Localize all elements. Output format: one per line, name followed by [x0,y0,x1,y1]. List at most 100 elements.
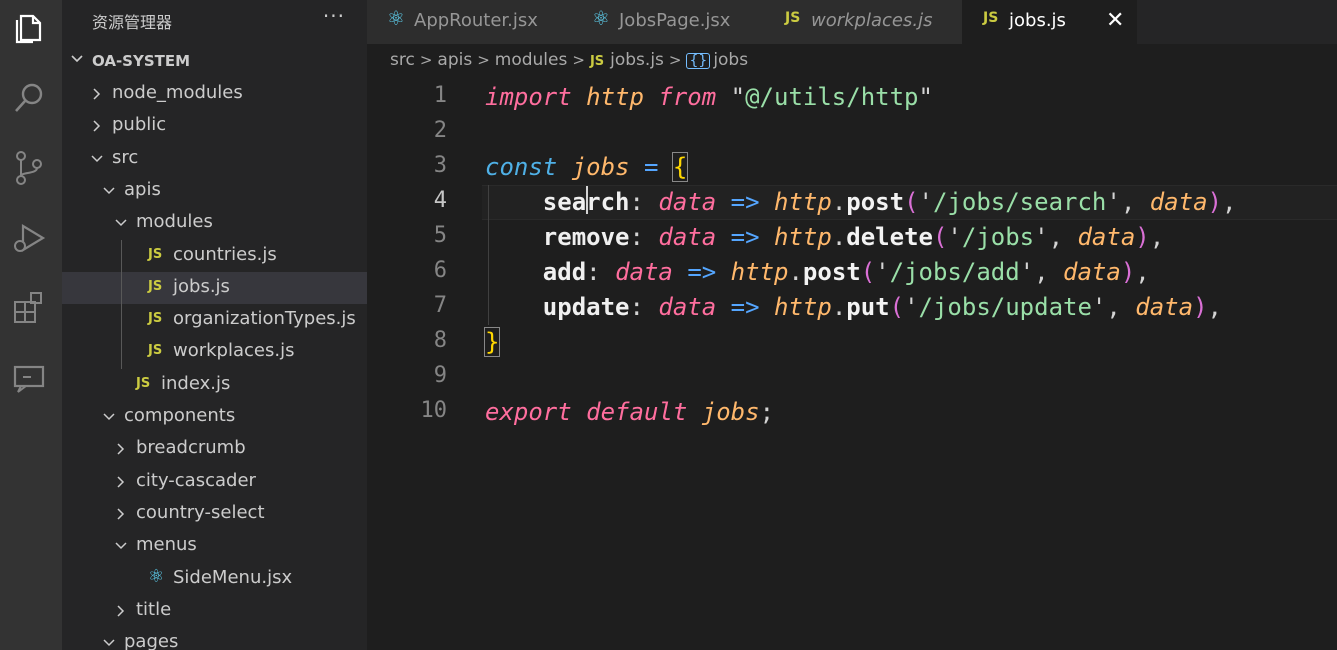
chevron-down-icon [102,181,118,201]
tree-item-label: city-cascader [136,469,256,491]
js-icon: JS [148,278,163,294]
line-number: 9 [433,363,447,388]
js-icon: JS [136,375,151,391]
chevron-right-icon [114,439,130,459]
code-line: 10 export default jobs; [367,395,1337,430]
breadcrumb-item[interactable]: apis [437,50,472,70]
js-icon: JS [589,54,605,69]
tree-item-city-cascader[interactable]: city-cascader [62,466,367,498]
tree-item-menus[interactable]: menus [62,530,367,562]
line-number: 5 [433,223,447,248]
search-icon[interactable] [9,78,49,118]
variable-symbol-icon: {} [686,53,711,69]
tree-item-jobs-js[interactable]: JS jobs.js [62,271,367,304]
extensions-icon[interactable] [9,288,49,328]
tree-item-label: breadcrumb [136,437,246,459]
project-section-header[interactable]: OA-SYSTEM [62,46,367,76]
chevron-right-icon: > [419,51,433,69]
tree-item-sidemenu-jsx[interactable]: ⚛ SideMenu.jsx [62,563,367,595]
code-line: 5 remove: data => http.delete('/jobs', d… [367,220,1337,255]
tree-item-apis[interactable]: apis [62,175,367,207]
tree-item-label: organizationTypes.js [173,308,356,330]
tree-item-title[interactable]: title [62,595,367,627]
js-icon: JS [983,10,999,26]
breadcrumb-item[interactable]: jobs [713,50,748,70]
js-icon: JS [148,246,163,262]
chevron-right-icon [114,504,130,524]
chevron-down-icon [90,149,106,169]
chevron-down-icon [70,52,84,70]
tab-jobspage[interactable]: ⚛ JobsPage.jsx [572,0,765,44]
tree-item-components[interactable]: components [62,401,367,433]
tree-item-pages[interactable]: pages [62,627,367,650]
code-text: update: data => http.put('/jobs/update',… [542,293,1222,321]
code-text: } [483,327,501,357]
line-number: 6 [433,258,447,283]
react-icon: ⚛ [148,565,165,587]
remote-explorer-icon[interactable] [9,358,49,398]
tree-item-public[interactable]: public [62,110,367,142]
line-number: 10 [420,398,448,423]
line-number: 7 [433,293,447,318]
code-line: 6 add: data => http.post('/jobs/add', da… [367,255,1337,290]
tab-label: AppRouter.jsx [414,10,538,31]
js-icon: JS [785,10,801,26]
tab-label: JobsPage.jsx [619,10,731,31]
tab-approuter[interactable]: ⚛ AppRouter.jsx [367,0,573,44]
line-number: 8 [433,328,447,353]
tree-item-index-js[interactable]: JS index.js [62,369,367,401]
tree-item-label: modules [136,211,213,233]
tree-item-organizationtypes-js[interactable]: JS organizationTypes.js [62,304,367,336]
text-cursor [586,186,588,214]
chevron-down-icon [102,407,118,427]
tree-item-node-modules[interactable]: node_modules [62,78,367,110]
tree-item-label: menus [136,534,197,556]
line-number: 3 [433,153,447,178]
chevron-right-icon [90,84,106,104]
explorer-icon[interactable] [9,8,49,48]
code-line: 7 update: data => http.put('/jobs/update… [367,290,1337,325]
code-text: search: data => http.post('/jobs/search'… [543,188,1237,216]
tree-item-label: jobs.js [173,275,230,297]
tab-label: jobs.js [1009,10,1066,31]
tree-item-label: index.js [161,372,231,394]
breadcrumb-item[interactable]: jobs.js [610,50,664,70]
tree-item-label: pages [124,631,179,650]
line-number: 4 [433,188,447,213]
react-icon: ⚛ [592,6,610,30]
tree-item-breadcrumb[interactable]: breadcrumb [62,433,367,465]
chevron-right-icon [90,116,106,136]
source-control-icon[interactable] [9,148,49,188]
tree-item-label: components [124,405,236,426]
tree-item-modules[interactable]: modules [62,207,367,239]
breadcrumb: src > apis > modules > JS jobs.js >{} jobs [390,50,748,74]
project-name: OA-SYSTEM [92,52,191,70]
js-icon: JS [148,311,163,327]
tree-item-countries-js[interactable]: JS countries.js [62,240,367,272]
line-number: 2 [433,118,447,143]
breadcrumb-item[interactable]: modules [495,50,568,70]
chevron-right-icon [114,601,130,621]
breadcrumb-item[interactable]: src [390,50,415,70]
code-text: export default jobs; [485,398,775,426]
code-editor[interactable]: 1 import http from "@/utils/http" 2 3 co… [367,80,1337,650]
chevron-right-icon [114,472,130,492]
react-icon: ⚛ [387,6,405,30]
tree-item-src[interactable]: src [62,143,367,175]
code-text: remove: data => http.delete('/jobs', dat… [542,223,1165,251]
tree-item-label: title [136,598,172,620]
tree-item-country-select[interactable]: country-select [62,498,367,530]
code-text: import http from "@/utils/http" [485,83,933,111]
tab-workplaces[interactable]: JS workplaces.js [764,0,963,44]
tree-item-label: node_modules [112,82,243,103]
editor-tab-bar: ⚛ AppRouter.jsx ⚛ JobsPage.jsx JS workpl… [367,0,1337,44]
close-icon[interactable]: ✕ [1106,8,1124,33]
more-actions-icon[interactable]: ··· [323,4,345,28]
tree-item-workplaces-js[interactable]: JS workplaces.js [62,336,367,368]
code-line: 2 [367,115,1337,150]
code-line: 9 [367,360,1337,395]
explorer-title: 资源管理器 [92,13,173,32]
tab-jobs[interactable]: JS jobs.js ✕ [962,0,1138,44]
code-line: 1 import http from "@/utils/http" [367,80,1337,115]
run-debug-icon[interactable] [9,218,49,258]
